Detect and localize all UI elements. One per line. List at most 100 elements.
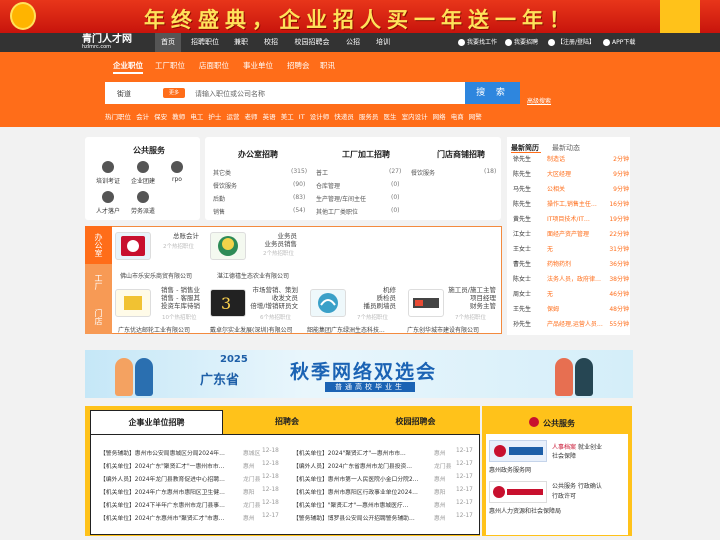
resume-row[interactable]: 黄先生 IT项目技术/IT… 19分钟 [513,213,629,226]
news-link[interactable]: 【警务辅助】惠州市公安局惠城区分局2024年… [100,448,238,457]
tab-shop[interactable]: 门店 [85,299,112,334]
company-jobs[interactable]: 销售 - 销售业 销售 - 客服其 投资车库待销 [152,286,200,310]
company-logo[interactable] [115,232,151,260]
tab-company-jobs[interactable]: 企业职位 [113,60,143,74]
tab-factory-jobs[interactable]: 工厂职位 [155,60,185,71]
city-select[interactable]: 街道 [117,89,131,99]
category-link[interactable]: 后勤 [213,194,225,203]
company-name[interactable]: 湛江德禧生态农业有限公司 [217,271,289,280]
resume-row[interactable]: 王先生 保姆 48分钟 [513,303,629,316]
resume-row[interactable]: 江女士 面经产资产管理 22分钟 [513,228,629,241]
resume-job[interactable]: 操作工,销售主任… [547,198,603,211]
more-badge[interactable]: 更多 [163,88,185,98]
tab-factory[interactable]: 工厂 [85,264,112,299]
search-input[interactable]: 街道 更多 请输入职位或公司名称 [105,82,465,104]
company-name[interactable]: 佛山市乐安乐商贸有限公司 [120,271,192,280]
company-jobs[interactable]: 机修 质检员 播员刷墙员 [360,286,397,310]
hrss-caption[interactable]: 惠州人力资源和社会保障局 [489,506,561,515]
nav-item-training[interactable]: 培训 [372,33,394,52]
hot-link[interactable]: 室内设计 [402,113,428,121]
company-name[interactable]: 广东优达邮轮工业有限公司 [118,325,190,334]
search-button[interactable]: 搜 索 [465,82,520,104]
company-name[interactable]: 韶能集团广东绿洲生态科技... [307,325,385,334]
company-jobs[interactable]: 总账会计 [163,232,199,240]
hrss-desc[interactable]: 公共服务 行政确认 行政许可 [552,482,602,502]
site-logo[interactable]: 青门人才网 hzlmrc.com [82,35,132,50]
nav-item-campus[interactable]: 校招 [260,33,282,52]
hot-link[interactable]: IT [299,113,305,121]
hot-link[interactable]: 医生 [383,113,396,121]
tab-news[interactable]: 职讯 [320,60,335,71]
service-rpo[interactable]: rpo [157,161,197,183]
hot-link[interactable]: 电工 [190,113,203,121]
company-logo[interactable] [210,232,246,260]
news-link[interactable]: 【机关单位】2024广东"聚贤汇才"一惠州市市… [100,461,238,470]
news-link[interactable]: 【机关单位】2024"聚贤汇才"—惠州市市… [293,448,431,457]
resume-job[interactable]: 药物药剂 [547,258,603,271]
promo-banner[interactable]: 年终盛典，企业招人买一年送一年！ [0,0,720,33]
hrss-logo[interactable] [489,481,547,503]
resume-row[interactable]: 陈先生 大区经理 9分钟 [513,168,629,181]
tab-job-fair[interactable]: 招聘会 [287,60,310,71]
nav-item-campus-fair[interactable]: 校园招聘会 [290,33,334,52]
news-link[interactable]: 【机关单位】"聚贤汇才"—惠州市惠城医疗… [293,500,431,509]
resume-row[interactable]: 徐先生 制造话 2分钟 [513,153,629,166]
recruit-link[interactable]: 我要招聘 [505,33,538,52]
company-logo[interactable] [310,289,346,317]
resume-job[interactable]: 无 [547,243,603,256]
company-logo[interactable]: 3 [210,289,246,317]
advanced-search-link[interactable]: 高级搜索 [527,96,551,105]
news-link[interactable]: 【机关单位】惠州市惠阳区行政事业单位2024… [293,487,431,496]
news-link[interactable]: 【机关单位】2024年广东惠州市惠阳区卫生健… [100,487,238,496]
app-download-link[interactable]: APP下载 [603,33,635,52]
resume-row[interactable]: 曹先生 药物药剂 36分钟 [513,258,629,271]
resume-job[interactable]: 无 [547,288,603,301]
company-name[interactable]: 广东创华城市建设有限公司 [407,325,479,334]
nav-item-public[interactable]: 公招 [342,33,364,52]
hot-link[interactable]: 老师 [245,113,258,121]
resume-job[interactable]: 法务人员，政府律… [547,273,603,286]
category-link[interactable]: 销售 [213,207,225,216]
hot-link[interactable]: 保安 [154,113,167,121]
company-jobs[interactable]: 市场营销、策划 收发文员 倍增/增销研员文 [248,286,298,310]
gov-service-caption[interactable]: 惠州政务服务网 [489,465,531,474]
find-job-link[interactable]: 我要找工作 [458,33,497,52]
news-link[interactable]: 【机关单位】惠州市第一人民医院小金口分院2… [293,474,431,483]
hot-link[interactable]: 服务员 [359,113,379,121]
resume-row[interactable]: 王女士 无 31分钟 [513,243,629,256]
category-link[interactable]: 生产管理/车间主任 [316,194,366,203]
resume-row[interactable]: 马先生 公相关 9分钟 [513,183,629,196]
company-name[interactable]: 戴卓尔实业发展(深圳)有限公司 [210,325,293,334]
news-link[interactable]: 【编外人员】2024年龙门县教育促进中心招聘… [100,474,238,483]
nav-item-jobs[interactable]: 招聘职位 [188,33,222,52]
resume-job[interactable]: 制造话 [547,153,603,166]
hot-link[interactable]: 设计师 [310,113,330,121]
resume-row[interactable]: 陈女士 法务人员，政府律… 38分钟 [513,273,629,286]
resume-job[interactable]: 大区经理 [547,168,603,181]
hot-link[interactable]: 英语 [263,113,276,121]
hot-link[interactable]: 教师 [172,113,185,121]
category-link[interactable]: 仓库管理 [316,181,340,190]
nav-item-home[interactable]: 首页 [155,33,181,52]
gov-service-logo[interactable] [489,440,547,462]
hot-link[interactable]: 快递员 [334,113,354,121]
login-link[interactable]: 【注册/登陆】 [548,33,595,52]
nav-item-parttime[interactable]: 兼职 [230,33,252,52]
service-dispatch[interactable]: 劳务派遣 [123,191,163,215]
company-jobs[interactable]: 施工员/施工主管 项目经理 财务主管 [440,286,496,310]
job-fair-banner[interactable]: 2025 广东省 秋季网络双选会 普通高校毕业生 [85,350,633,398]
tab-job-fairs[interactable]: 招聘会 [223,410,351,434]
news-link[interactable]: 【机关单位】2024下半年广东惠州市龙门县事… [100,500,238,509]
tab-public-units[interactable]: 事业单位 [243,60,273,71]
category-link[interactable]: 其它类 [213,168,231,177]
category-link[interactable]: 餐饮服务 [411,168,435,177]
hot-link[interactable]: 美工 [281,113,294,121]
category-link[interactable]: 普工 [316,168,328,177]
tab-shop-jobs[interactable]: 店面职位 [199,60,229,71]
tab-campus-fairs[interactable]: 校园招聘会 [351,410,480,434]
company-logo[interactable] [408,289,444,317]
resume-row[interactable]: 陈先生 操作工,销售主任… 16分钟 [513,198,629,211]
service-training[interactable]: 培训考证 [88,161,128,185]
resume-job[interactable]: 保姆 [547,303,603,316]
company-jobs[interactable]: 业务员 业务员销售 [261,232,298,248]
